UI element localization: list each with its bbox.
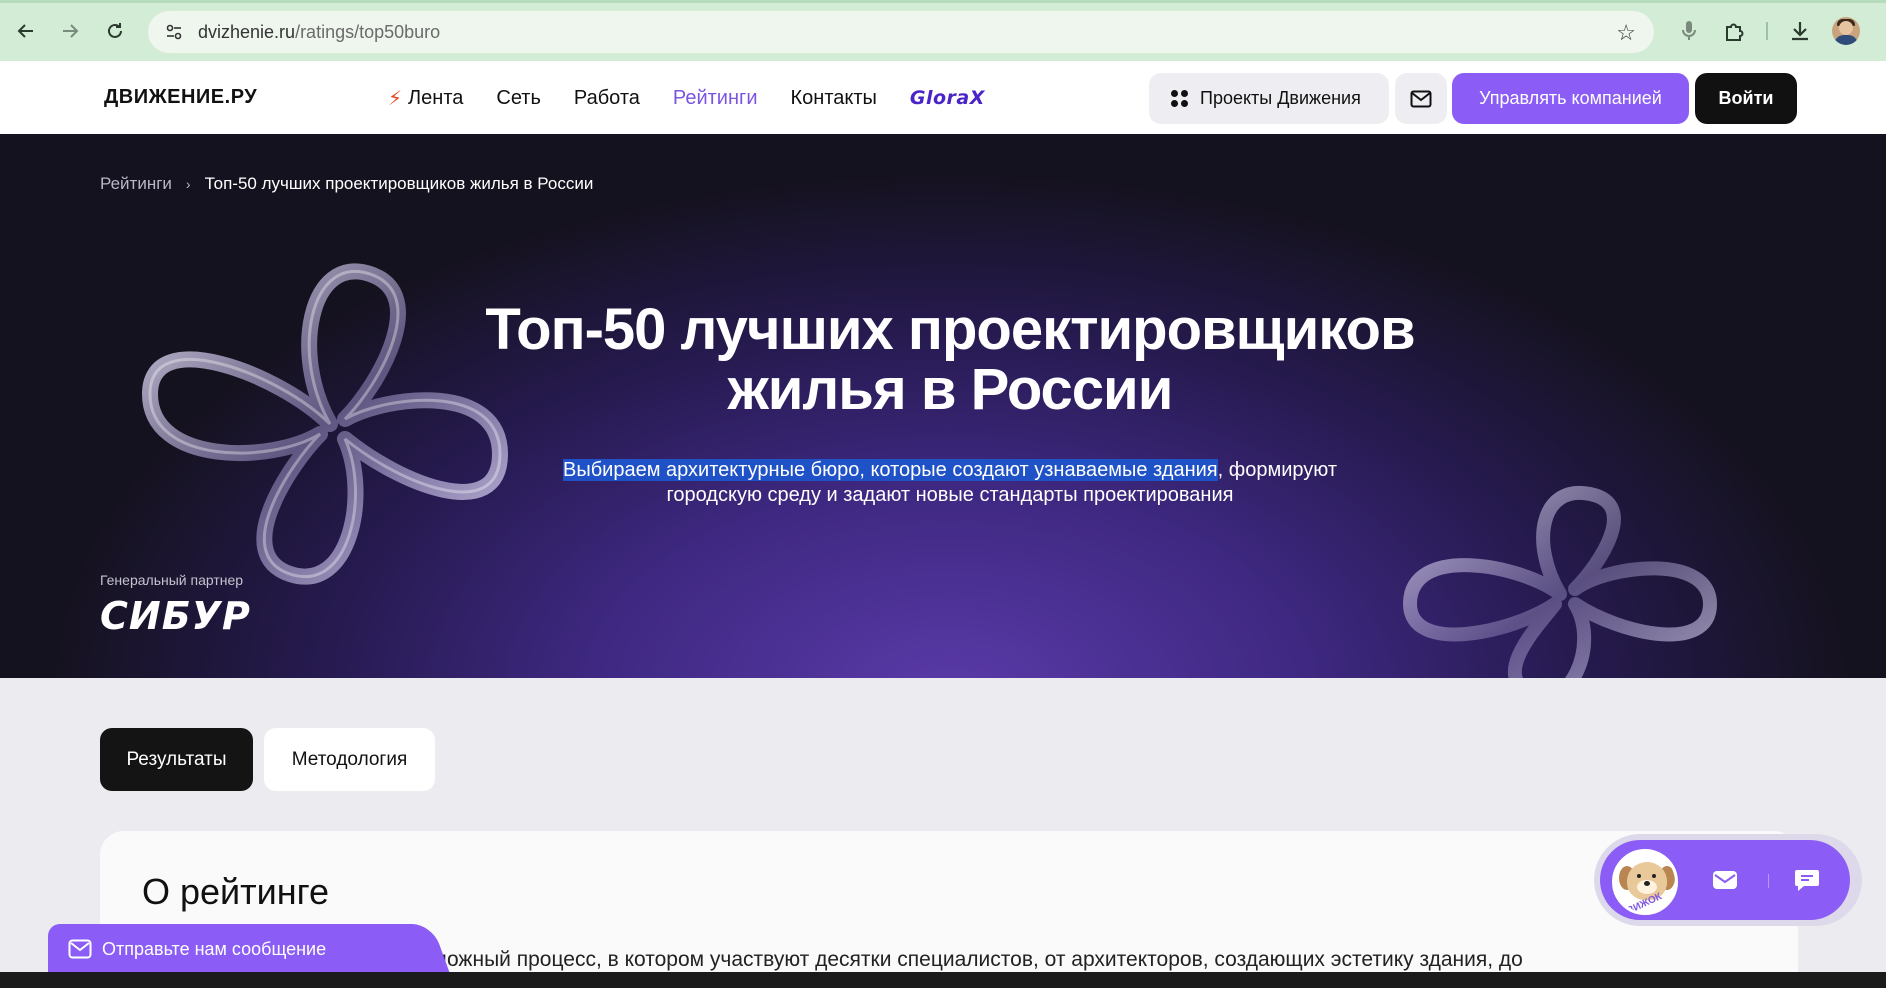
address-bar[interactable]: dvizhenie.ru/ratings/top50buro ☆	[148, 11, 1654, 53]
back-button[interactable]	[10, 15, 42, 47]
nav-item-label: Лента	[408, 86, 464, 109]
breadcrumb-ratings-link[interactable]: Рейтинги	[100, 174, 172, 194]
partner-logo[interactable]: СИБУР	[100, 594, 251, 638]
nav-item-glorax[interactable]: GloraX	[910, 85, 985, 111]
subtitle-line2: городскую среду и задают новые стандарты…	[666, 484, 1234, 506]
mail-icon	[1713, 871, 1737, 889]
download-icon[interactable]	[1785, 16, 1815, 46]
url-text: dvizhenie.ru/ratings/top50buro	[198, 22, 440, 43]
glorax-logo: GloraX	[909, 87, 985, 109]
mail-button[interactable]	[1395, 73, 1447, 124]
chat-widget-inner: ДВИЖОК	[1600, 840, 1850, 920]
page-title: Топ-50 лучших проектировщиков жилья в Ро…	[380, 300, 1520, 420]
nav-item-label: Контакты	[790, 86, 877, 109]
nav-item-label: Сеть	[496, 86, 541, 109]
nav-item-feed[interactable]: ⚡︎ Лента	[388, 85, 463, 111]
site-logo[interactable]: ДВИЖЕНИЕ.РУ	[104, 86, 257, 109]
arrow-left-icon	[17, 24, 33, 38]
url-domain: dvizhenie.ru	[198, 21, 296, 42]
reload-button[interactable]	[99, 15, 131, 47]
page-title-line1: Топ-50 лучших проектировщиков	[485, 297, 1415, 362]
decorative-shape-left	[142, 263, 508, 585]
tab-methodology[interactable]: Методология	[264, 728, 435, 791]
star-icon[interactable]: ☆	[1616, 20, 1636, 46]
bolt-icon: ⚡︎	[388, 87, 403, 110]
toolbar-divider	[1766, 22, 1768, 40]
chat-message-button[interactable]	[1792, 865, 1822, 895]
tab-strip	[0, 0, 1886, 3]
breadcrumb: Рейтинги › Топ-50 лучших проектировщиков…	[100, 174, 593, 194]
page-title-line2: жилья в России	[727, 357, 1174, 422]
chat-bubble-icon	[1795, 870, 1819, 891]
about-text: сложный процесс, в котором участвуют дес…	[424, 948, 1523, 971]
breadcrumb-current: Топ-50 лучших проектировщиков жилья в Ро…	[204, 174, 594, 193]
about-heading: О рейтинге	[142, 871, 329, 912]
subtitle-text-rest: , формируют	[1217, 459, 1337, 481]
manage-company-button[interactable]: Управлять компанией	[1452, 73, 1689, 124]
projects-button[interactable]: Проекты Движения	[1149, 73, 1389, 124]
mail-icon	[68, 939, 92, 959]
subtitle-selected-text: Выбираем архитектурные бюро, которые соз…	[563, 459, 1218, 481]
nav-item-contacts[interactable]: Контакты	[791, 85, 877, 111]
nav-item-work[interactable]: Работа	[574, 85, 640, 111]
chat-widget: ДВИЖОК	[1594, 834, 1862, 926]
send-message-label: Отправьте нам сообщение	[102, 938, 327, 959]
hero-subtitle: Выбираем архитектурные бюро, которые соз…	[480, 458, 1420, 508]
reload-icon	[108, 23, 122, 38]
tune-icon[interactable]	[162, 20, 186, 44]
nav-item-ratings[interactable]: Рейтинги	[673, 85, 758, 111]
projects-label: Проекты Движения	[1200, 88, 1361, 108]
chat-mail-button[interactable]	[1710, 865, 1740, 895]
nav-item-label: Работа	[573, 86, 640, 109]
mail-icon	[1410, 90, 1432, 107]
forward-button[interactable]	[54, 15, 86, 47]
partner-label: Генеральный партнер	[100, 572, 244, 588]
login-button[interactable]: Войти	[1695, 73, 1797, 124]
hero-section: Рейтинги › Топ-50 лучших проектировщиков…	[0, 134, 1886, 678]
site-header: ДВИЖЕНИЕ.РУ ⚡︎ Лента Сеть Работа Рейтинги…	[0, 61, 1886, 134]
arrow-right-icon	[63, 24, 79, 38]
browser-toolbar: dvizhenie.ru/ratings/top50buro ☆	[0, 0, 1886, 61]
main-nav: ⚡︎ Лента Сеть Работа Рейтинги Контакты Gl…	[388, 85, 1018, 111]
chevron-right-icon: ›	[185, 176, 191, 192]
puzzle-icon[interactable]	[1719, 16, 1749, 46]
grid-dots-icon	[1171, 90, 1188, 107]
avatar[interactable]	[1832, 17, 1860, 45]
mascot-avatar[interactable]: ДВИЖОК	[1612, 849, 1678, 915]
send-message-widget[interactable]: Отправьте нам сообщение	[48, 924, 423, 974]
os-taskbar	[0, 972, 1886, 988]
tab-results[interactable]: Результаты	[100, 728, 253, 791]
chat-divider	[1768, 874, 1769, 888]
decorative-shape-right	[1403, 485, 1717, 678]
nav-item-network[interactable]: Сеть	[496, 85, 540, 111]
url-path: /ratings/top50buro	[295, 21, 441, 42]
mic-icon[interactable]	[1674, 16, 1704, 46]
nav-item-label: Рейтинги	[672, 86, 758, 109]
